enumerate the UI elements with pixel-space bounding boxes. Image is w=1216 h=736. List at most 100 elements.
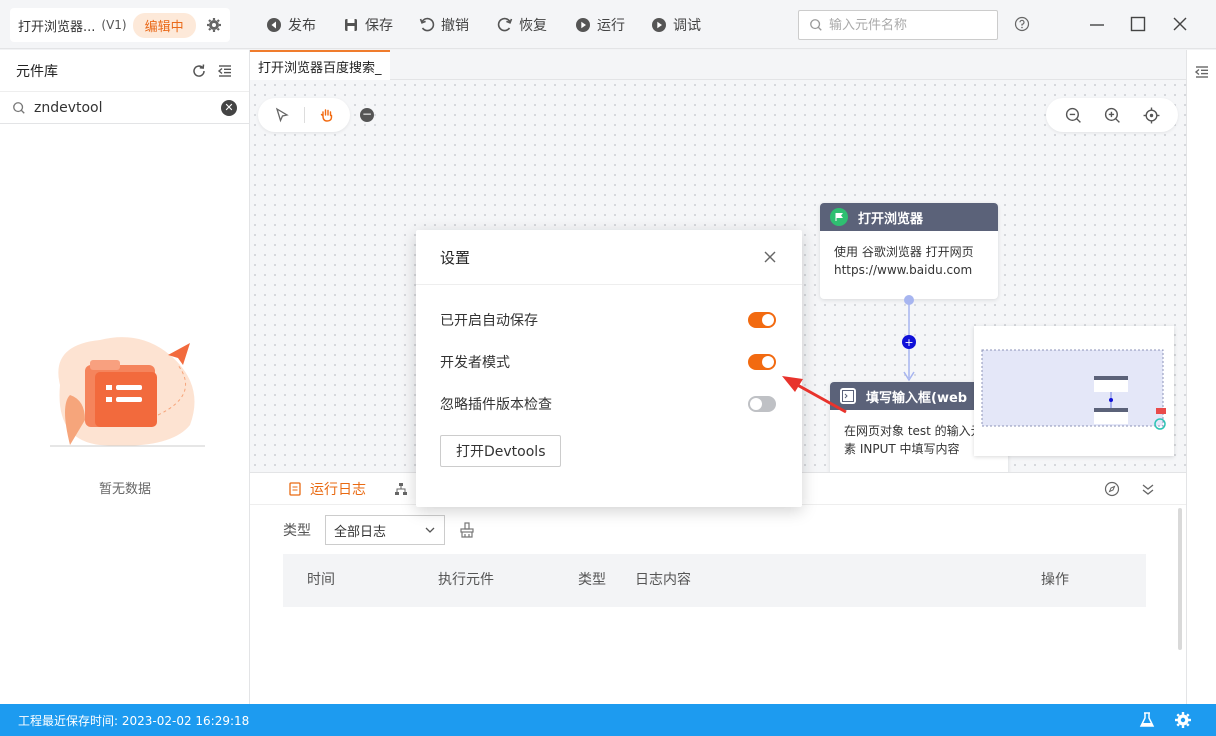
project-info: 打开浏览器... (V1) 编辑中 [10, 8, 230, 42]
setting-label: 忽略插件版本检查 [440, 397, 552, 413]
document-tabs: 打开浏览器百度搜索_ [250, 50, 1186, 80]
empty-text: 暂无数据 [98, 482, 151, 497]
node-title: 打开浏览器 [858, 211, 924, 227]
clear-search-icon[interactable]: ✕ [221, 99, 237, 116]
library-search-input[interactable]: zndevtool [34, 100, 213, 116]
run-button[interactable]: 运行 [575, 14, 625, 36]
column-header: 时间 [307, 572, 335, 588]
log-filter: 类型 全部日志 [283, 515, 475, 545]
toggle-knob [762, 314, 774, 326]
debug-label: 调试 [673, 18, 701, 34]
chevron-down-icon[interactable] [1140, 481, 1156, 497]
compass-icon[interactable] [1104, 481, 1120, 497]
minimize-icon[interactable] [1087, 14, 1107, 34]
column-header: 操作 [1041, 572, 1069, 588]
gear-icon[interactable] [206, 17, 222, 33]
right-rail [1186, 50, 1216, 704]
node-body: 使用 谷歌浏览器 打开网页https://www.baidu.com [834, 245, 974, 277]
minimap-preview [981, 349, 1166, 430]
publish-button[interactable]: 发布 [266, 14, 316, 36]
hand-icon[interactable] [319, 107, 335, 123]
toggle-knob [750, 398, 762, 410]
status-bar: 工程最近保存时间: 2023-02-02 16:29:18 [0, 704, 1216, 736]
dialog-title: 设置 [440, 248, 471, 267]
node-header: 打开浏览器 [820, 203, 998, 231]
locate-icon[interactable] [1143, 107, 1160, 124]
undo-label: 撤销 [441, 18, 469, 34]
publish-icon [267, 18, 281, 32]
help-icon[interactable] [1014, 16, 1030, 32]
setting-row-autosave: 已开启自动保存 [440, 309, 776, 331]
select-value: 全部日志 [334, 524, 387, 540]
broom-icon[interactable] [459, 522, 475, 538]
open-devtools-button[interactable]: 打开Devtools [440, 435, 562, 467]
flask-icon[interactable] [1138, 711, 1156, 729]
debug-icon [652, 18, 666, 32]
settings-dialog: 设置 已开启自动保存 开发者模式 忽略插件版本检查 打开Devtools [416, 230, 802, 507]
canvas-mode-toolbar [258, 98, 350, 132]
dialog-header: 设置 [416, 230, 802, 285]
library-search[interactable]: zndevtool ✕ [0, 92, 249, 124]
project-name: 打开浏览器... [18, 19, 96, 35]
column-header: 类型 [578, 572, 606, 588]
undo-button[interactable]: 撤销 [419, 14, 469, 36]
collapse-panel-icon[interactable] [217, 63, 233, 79]
search-icon [810, 19, 822, 31]
plugin-check-toggle[interactable] [748, 396, 776, 412]
zoom-toolbar [1046, 98, 1178, 132]
flow-connector: + [902, 295, 916, 382]
maximize-icon[interactable] [1128, 14, 1148, 34]
run-label: 运行 [597, 18, 625, 34]
setting-row-devmode: 开发者模式 [440, 351, 776, 373]
tree-icon[interactable] [394, 482, 408, 496]
chevron-down-icon [425, 527, 435, 533]
terminal-icon [840, 388, 856, 404]
redo-button[interactable]: 恢复 [497, 14, 547, 36]
publish-label: 发布 [288, 18, 316, 34]
autosave-toggle[interactable] [748, 312, 776, 328]
minimap[interactable] [974, 326, 1174, 456]
redo-label: 恢复 [519, 18, 547, 34]
last-saved-text: 工程最近保存时间: 2023-02-02 16:29:18 [18, 713, 250, 728]
devmode-toggle[interactable] [748, 354, 776, 370]
log-type-select[interactable]: 全部日志 [325, 515, 445, 545]
close-icon[interactable] [762, 249, 778, 265]
search-icon [13, 101, 25, 114]
project-version: (V1) [101, 18, 127, 32]
save-icon [345, 19, 357, 31]
pointer-icon[interactable] [274, 107, 290, 123]
column-header: 日志内容 [635, 572, 691, 588]
tab-flow[interactable]: 打开浏览器百度搜索_ [250, 50, 390, 80]
zoom-out-icon[interactable] [1065, 107, 1082, 124]
gear-icon[interactable] [1174, 711, 1192, 729]
save-label: 保存 [365, 18, 393, 34]
library-title: 元件库 [16, 63, 58, 80]
flag-icon [830, 208, 848, 226]
close-icon[interactable] [1170, 14, 1190, 34]
title-bar: 打开浏览器... (V1) 编辑中 发布 保存 撤销 恢复 运行 调试 [0, 0, 1216, 49]
setting-label: 已开启自动保存 [440, 313, 538, 329]
play-icon [576, 18, 590, 32]
save-button[interactable]: 保存 [343, 14, 393, 36]
log-scrollbar[interactable] [1178, 508, 1182, 650]
tab-run-log[interactable]: 运行日志 [288, 473, 366, 505]
redo-icon [497, 17, 513, 32]
setting-label: 开发者模式 [440, 355, 510, 371]
component-library: 元件库 zndevtool ✕ 暂无数据 [0, 50, 250, 704]
empty-illustration [50, 337, 205, 447]
zoom-in-icon[interactable] [1104, 107, 1121, 124]
undo-icon [419, 17, 435, 32]
log-table-header: 时间 执行元件 类型 日志内容 操作 [283, 554, 1146, 607]
component-search[interactable] [798, 10, 998, 40]
svg-text:+: + [904, 336, 913, 349]
node-open-browser[interactable]: 打开浏览器 使用 谷歌浏览器 打开网页https://www.baidu.com [820, 203, 998, 299]
refresh-icon[interactable] [191, 63, 207, 79]
column-header: 执行元件 [438, 572, 494, 588]
expand-panel-icon[interactable] [1194, 64, 1210, 80]
collapse-toolbar-icon[interactable]: − [360, 108, 374, 122]
debug-button[interactable]: 调试 [651, 14, 701, 36]
search-input[interactable] [829, 17, 989, 33]
tab-label: 运行日志 [310, 482, 366, 498]
document-icon [289, 482, 301, 496]
status-badge: 编辑中 [132, 12, 196, 38]
